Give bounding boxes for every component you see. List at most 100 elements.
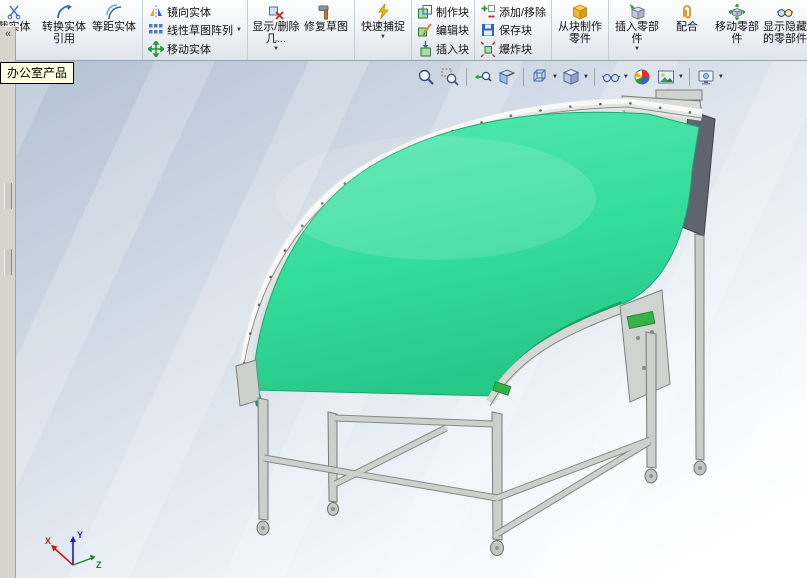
- move-entities-icon: [148, 40, 164, 57]
- ribbon-group-snap: 快速捕捉 ▼: [355, 0, 412, 60]
- ribbon-button-insert-block[interactable]: 插入块: [415, 40, 471, 58]
- left-panel-strip: «: [0, 26, 16, 578]
- panel-grip[interactable]: [3, 183, 12, 209]
- toolbar-separator: [688, 68, 690, 86]
- view-orientation-button[interactable]: [529, 66, 551, 88]
- hide-show-items-icon: [601, 74, 620, 82]
- ribbon-button-insert-component[interactable]: 插入零部件 ▼: [612, 1, 662, 53]
- zoom-to-area-icon: [441, 68, 459, 86]
- ribbon-button-label: 等距实体: [92, 21, 136, 33]
- dropdown-arrow-icon[interactable]: ▼: [718, 74, 724, 80]
- ribbon-button-label: 显示隐藏的零部件: [763, 21, 807, 45]
- ribbon-button-label: 插入块: [435, 43, 469, 56]
- collapse-panel-button[interactable]: «: [0, 27, 16, 43]
- insert-block-icon: [417, 40, 433, 57]
- view-settings-icon: [698, 70, 714, 85]
- ribbon-button-mirror-entities[interactable]: 镜向实体: [146, 3, 244, 21]
- caster-wheels: [256, 460, 707, 556]
- display-style-icon: [562, 68, 580, 85]
- tail-end-plate: [235, 359, 261, 407]
- ribbon-button-linear-sketch-pattern[interactable]: 线性草图阵列 ▼: [146, 21, 244, 39]
- hide-show-items-button[interactable]: [600, 66, 622, 88]
- toolbar-separator: [466, 68, 467, 86]
- ribbon-button-show-hidden-components[interactable]: 显示隐藏的零部件: [762, 1, 807, 45]
- toolbar-separator: [523, 68, 524, 86]
- ribbon-button-edit-block[interactable]: 编辑块: [415, 21, 471, 39]
- dropdown-arrow-icon[interactable]: ▼: [552, 74, 558, 80]
- edit-appearance-button[interactable]: [631, 66, 653, 88]
- ribbon-group-blocks-a: 制作块 编辑块 插入块: [412, 0, 475, 60]
- ribbon-button-display-delete-relations[interactable]: 显示/删除几... ▼: [251, 1, 301, 53]
- ribbon-button-label: 快速捕捉: [360, 21, 405, 33]
- section-view-button[interactable]: [496, 66, 518, 88]
- ribbon-button-mate[interactable]: 配合: [662, 1, 712, 33]
- ribbon-button-label: 保存块: [498, 25, 532, 37]
- ribbon-button-repair-sketch[interactable]: 修复草图: [301, 1, 351, 33]
- dropdown-arrow-icon[interactable]: ▼: [678, 74, 684, 80]
- tooltip-office-products: 办公室产品: [0, 62, 75, 84]
- make-part-from-block-icon: [572, 4, 588, 20]
- dropdown-arrow-icon[interactable]: ▼: [583, 74, 589, 80]
- save-block-icon: [480, 22, 496, 38]
- apply-scene-button[interactable]: [655, 66, 677, 88]
- ribbon-button-label: 从块制作零件: [558, 21, 603, 45]
- ribbon-button-convert-entities[interactable]: 转换实体引用: [39, 1, 89, 45]
- ribbon-button-add-remove[interactable]: 添加/移除: [478, 3, 548, 21]
- frame-braces: [263, 414, 652, 537]
- make-block-icon: [417, 4, 433, 20]
- dropdown-arrow-icon[interactable]: ▼: [236, 27, 242, 34]
- dropdown-arrow-icon[interactable]: ▼: [634, 46, 640, 53]
- heads-up-view-toolbar: ▼ ▼ ▼ ▼ ▼: [415, 65, 724, 89]
- ribbon-group-sketch-tools-a: 裁实体 转换实体引用 等距实体: [0, 0, 143, 60]
- add-remove-icon: [480, 4, 496, 20]
- ribbon-button-label: 插入零部件: [615, 21, 660, 45]
- ribbon-button-offset-entities[interactable]: 等距实体: [89, 1, 139, 33]
- edit-block-icon: [417, 22, 433, 38]
- ribbon-button-label: 移动零部件: [715, 21, 760, 45]
- zoom-to-fit-button[interactable]: [415, 66, 437, 88]
- ribbon-button-make-block[interactable]: 制作块: [415, 3, 471, 21]
- offset-entities-icon: [106, 4, 122, 20]
- mirror-entities-icon: [148, 4, 164, 20]
- triad-z-label: Z: [96, 560, 102, 570]
- zoom-to-fit-icon: [418, 69, 434, 85]
- ribbon-group-assembly: 插入零部件 ▼ 配合 移动零部件 显示隐藏的零部件: [609, 0, 807, 60]
- ribbon-button-save-block[interactable]: 保存块: [478, 21, 548, 39]
- dropdown-arrow-icon[interactable]: ▼: [623, 74, 629, 80]
- ribbon-button-label: 添加/移除: [498, 6, 547, 19]
- graphics-viewport[interactable]: 办公室产品 ▼ ▼ ▼ ▼ ▼ X Y Z: [0, 61, 807, 578]
- explode-block-icon: [480, 41, 496, 57]
- section-view-icon: [498, 69, 516, 85]
- quick-snaps-icon: [375, 4, 391, 20]
- dropdown-arrow-icon[interactable]: ▼: [380, 34, 386, 41]
- ribbon-button-explode-block[interactable]: 爆炸块: [478, 40, 548, 58]
- display-style-button[interactable]: [560, 66, 582, 88]
- triad-y-label: Y: [77, 530, 83, 540]
- previous-view-icon: [475, 71, 492, 82]
- ribbon-button-quick-snaps[interactable]: 快速捕捉 ▼: [358, 1, 408, 41]
- ribbon-button-move-entities[interactable]: 移动实体: [146, 40, 244, 58]
- show-hidden-components-icon: [777, 4, 794, 20]
- ribbon-button-label: 线性草图阵列: [167, 25, 233, 37]
- ribbon-group-blocks-b: 添加/移除 保存块 爆炸块: [475, 0, 553, 60]
- insert-component-icon: [629, 4, 646, 20]
- convert-entities-icon: [56, 4, 72, 20]
- previous-view-button[interactable]: [472, 66, 494, 88]
- orientation-triad: X Y Z: [45, 530, 102, 570]
- ribbon-button-label: 镜向实体: [167, 6, 211, 19]
- view-settings-button[interactable]: [695, 66, 717, 88]
- dropdown-arrow-icon[interactable]: ▼: [273, 46, 279, 53]
- toolbar-separator: [593, 68, 595, 86]
- ribbon-button-label: 转换实体引用: [42, 21, 86, 45]
- triad-x-label: X: [45, 536, 51, 546]
- curved-conveyor-model[interactable]: X Y Z: [16, 88, 807, 578]
- collapse-chevron-icon: «: [4, 28, 12, 40]
- apply-scene-icon: [657, 70, 674, 84]
- ribbon-button-move-component[interactable]: 移动零部件: [712, 1, 762, 45]
- ribbon-button-make-part-from-block[interactable]: 从块制作零件: [555, 1, 605, 45]
- ribbon-toolbar: 裁实体 转换实体引用 等距实体 镜向实体 线性草图阵列 ▼ 移动实体: [0, 0, 807, 61]
- ribbon-button-label: 配合: [676, 21, 699, 33]
- panel-grip[interactable]: [3, 249, 12, 275]
- ribbon-button-label: 编辑块: [435, 25, 469, 37]
- zoom-to-area-button[interactable]: [439, 66, 461, 88]
